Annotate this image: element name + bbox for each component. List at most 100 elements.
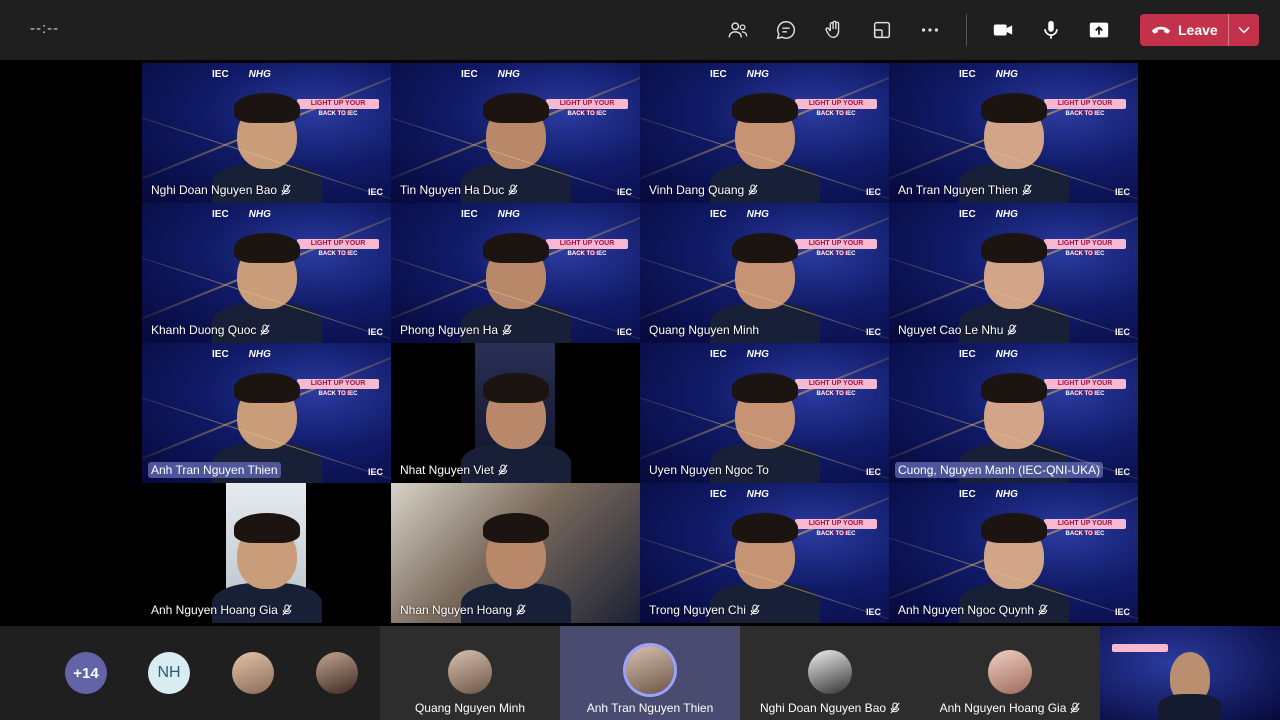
video-grid: IEC NHG LIGHT UP YOUR FUTURE BACK TO IEC IEC… bbox=[142, 63, 1138, 623]
video-tile[interactable]: IEC NHG LIGHT UP YOUR FUTURE BACK TO IEC IEC… bbox=[640, 343, 889, 483]
mic-off-icon bbox=[1038, 604, 1048, 616]
video-tile[interactable]: IEC NHG LIGHT UP YOUR FUTURE BACK TO IEC IEC… bbox=[391, 63, 640, 203]
mic-off-icon bbox=[516, 604, 526, 616]
strip-tile[interactable]: Nghi Doan Nguyen Bao bbox=[740, 626, 920, 720]
mic-off-icon bbox=[260, 324, 270, 336]
more-participants-button[interactable]: +14 bbox=[65, 652, 107, 694]
meeting-timer: --:-- bbox=[30, 20, 60, 37]
participant-name-label: Anh Tran Nguyen Thien bbox=[148, 462, 281, 478]
participant-name-label: An Tran Nguyen Thien bbox=[895, 182, 1035, 198]
mic-off-icon bbox=[508, 184, 518, 196]
video-tile[interactable]: Anh Nguyen Hoang Gia bbox=[142, 483, 391, 623]
more-actions-button[interactable] bbox=[912, 12, 948, 48]
strip-tile[interactable]: Anh Nguyen Hoang Gia bbox=[920, 626, 1100, 720]
meeting-toolbar: --:-- Leave bbox=[0, 0, 1280, 60]
participant-name: Phong Nguyen Ha bbox=[400, 323, 499, 337]
video-tile[interactable]: Nhan Nguyen Hoang bbox=[391, 483, 640, 623]
strip-tile-speaking[interactable]: Anh Tran Nguyen Thien bbox=[560, 626, 740, 720]
people-icon bbox=[728, 22, 748, 38]
avatar bbox=[626, 646, 674, 694]
participant-avatar[interactable] bbox=[316, 652, 358, 694]
video-stage: IEC NHG LIGHT UP YOUR FUTURE BACK TO IEC IEC… bbox=[4, 63, 1276, 623]
participant-name-label: Tin Nguyen Ha Duc bbox=[397, 182, 521, 198]
leave-main[interactable]: Leave bbox=[1140, 14, 1228, 46]
strip-tile-name: Nghi Doan Nguyen Bao bbox=[759, 701, 887, 715]
room-icon bbox=[873, 21, 891, 39]
hang-up-icon bbox=[1151, 26, 1171, 34]
banner-graphic bbox=[1112, 644, 1168, 652]
breakout-rooms-button[interactable] bbox=[864, 12, 900, 48]
video-tile[interactable]: IEC NHG LIGHT UP YOUR FUTURE BACK TO IEC IEC… bbox=[640, 63, 889, 203]
video-tile[interactable]: IEC NHG LIGHT UP YOUR FUTURE BACK TO IEC IEC… bbox=[142, 343, 391, 483]
participant-name-label: Quang Nguyen Minh bbox=[646, 322, 762, 338]
participant-name: Cuong, Nguyen Manh (IEC-QNI-UKA) bbox=[898, 463, 1101, 477]
video-tile[interactable]: IEC NHG LIGHT UP YOUR FUTURE BACK TO IEC IEC… bbox=[640, 203, 889, 343]
strip-tile[interactable]: Quang Nguyen Minh bbox=[380, 626, 560, 720]
participant-name-label: Anh Nguyen Hoang Gia bbox=[148, 602, 295, 618]
participant-name: Trong Nguyen Chi bbox=[649, 603, 746, 617]
avatar bbox=[808, 650, 852, 694]
participant-name: Nguyet Cao Le Nhu bbox=[898, 323, 1004, 337]
participant-name: Uyen Nguyen Ngoc To bbox=[649, 463, 769, 477]
participant-name: Anh Nguyen Hoang Gia bbox=[151, 603, 278, 617]
mic-off-icon bbox=[1070, 702, 1080, 714]
strip-tile-name: Anh Tran Nguyen Thien bbox=[586, 701, 714, 715]
video-tile[interactable]: IEC NHG LIGHT UP YOUR FUTURE BACK TO IEC IEC… bbox=[889, 343, 1138, 483]
chat-button[interactable] bbox=[768, 12, 804, 48]
mic-off-icon bbox=[282, 604, 292, 616]
video-tile[interactable]: IEC NHG LIGHT UP YOUR FUTURE BACK TO IEC IEC… bbox=[142, 63, 391, 203]
video-tile[interactable]: IEC NHG LIGHT UP YOUR FUTURE BACK TO IEC IEC… bbox=[142, 203, 391, 343]
mic-off-icon bbox=[502, 324, 512, 336]
raise-hand-icon bbox=[825, 20, 840, 39]
video-tile[interactable]: IEC NHG LIGHT UP YOUR FUTURE BACK TO IEC IEC… bbox=[889, 63, 1138, 203]
participant-name-label: Vinh Dang Quang bbox=[646, 182, 761, 198]
toolbar-divider bbox=[966, 14, 967, 46]
strip-tile-name: Quang Nguyen Minh bbox=[414, 701, 526, 715]
shared-content-preview[interactable] bbox=[1100, 626, 1280, 720]
presenter-shirt bbox=[1158, 694, 1222, 720]
mic-off-icon bbox=[890, 702, 900, 714]
video-tile[interactable]: IEC NHG LIGHT UP YOUR FUTURE BACK TO IEC IEC… bbox=[889, 203, 1138, 343]
participant-name-label: Nguyet Cao Le Nhu bbox=[895, 322, 1020, 338]
participant-name-label: Nhan Nguyen Hoang bbox=[397, 602, 529, 618]
participant-name-label: Nghi Doan Nguyen Bao bbox=[148, 182, 294, 198]
mic-button[interactable] bbox=[1033, 12, 1069, 48]
video-tile[interactable]: Nhat Nguyen Viet bbox=[391, 343, 640, 483]
camera-button[interactable] bbox=[985, 12, 1021, 48]
share-screen-button[interactable] bbox=[1081, 12, 1117, 48]
participant-name: Vinh Dang Quang bbox=[649, 183, 745, 197]
mic-icon bbox=[1044, 20, 1058, 39]
strip-tile-name: Anh Nguyen Hoang Gia bbox=[939, 701, 1067, 715]
raise-hand-button[interactable] bbox=[816, 12, 852, 48]
mic-off-icon bbox=[748, 184, 758, 196]
participant-name-label: Anh Nguyen Ngoc Quynh bbox=[895, 602, 1051, 618]
participant-name: Khanh Duong Quoc bbox=[151, 323, 257, 337]
chat-icon bbox=[776, 21, 796, 40]
participant-name-label: Phong Nguyen Ha bbox=[397, 322, 515, 338]
participant-avatar[interactable] bbox=[232, 652, 274, 694]
participant-name: Anh Nguyen Ngoc Quynh bbox=[898, 603, 1035, 617]
participant-name: Tin Nguyen Ha Duc bbox=[400, 183, 505, 197]
participant-name: Nghi Doan Nguyen Bao bbox=[151, 183, 278, 197]
leave-button[interactable]: Leave bbox=[1140, 14, 1259, 46]
participant-name: Anh Tran Nguyen Thien bbox=[151, 463, 278, 477]
video-tile[interactable]: IEC NHG LIGHT UP YOUR FUTURE BACK TO IEC IEC… bbox=[391, 203, 640, 343]
participant-initials-avatar[interactable]: NH bbox=[148, 652, 190, 694]
avatar bbox=[448, 650, 492, 694]
participant-name: Quang Nguyen Minh bbox=[649, 323, 760, 337]
participant-name-label: Cuong, Nguyen Manh (IEC-QNI-UKA) bbox=[895, 462, 1104, 478]
participant-name-label: Uyen Nguyen Ngoc To bbox=[646, 462, 772, 478]
participants-button[interactable] bbox=[720, 12, 756, 48]
mic-off-icon bbox=[1022, 184, 1032, 196]
video-tile[interactable]: IEC NHG LIGHT UP YOUR FUTURE BACK TO IEC IEC… bbox=[640, 483, 889, 623]
mic-off-icon bbox=[1007, 324, 1017, 336]
participant-name-label: Khanh Duong Quoc bbox=[148, 322, 273, 338]
mic-off-icon bbox=[750, 604, 760, 616]
participant-name: An Tran Nguyen Thien bbox=[898, 183, 1018, 197]
camera-icon bbox=[993, 24, 1013, 36]
video-tile[interactable]: IEC NHG LIGHT UP YOUR FUTURE BACK TO IEC IEC… bbox=[889, 483, 1138, 623]
participant-strip: +14 NH Quang Nguyen Minh Anh Tran Nguyen… bbox=[0, 626, 1280, 720]
leave-options-button[interactable] bbox=[1229, 14, 1259, 46]
mic-off-icon bbox=[281, 184, 291, 196]
avatar bbox=[988, 650, 1032, 694]
